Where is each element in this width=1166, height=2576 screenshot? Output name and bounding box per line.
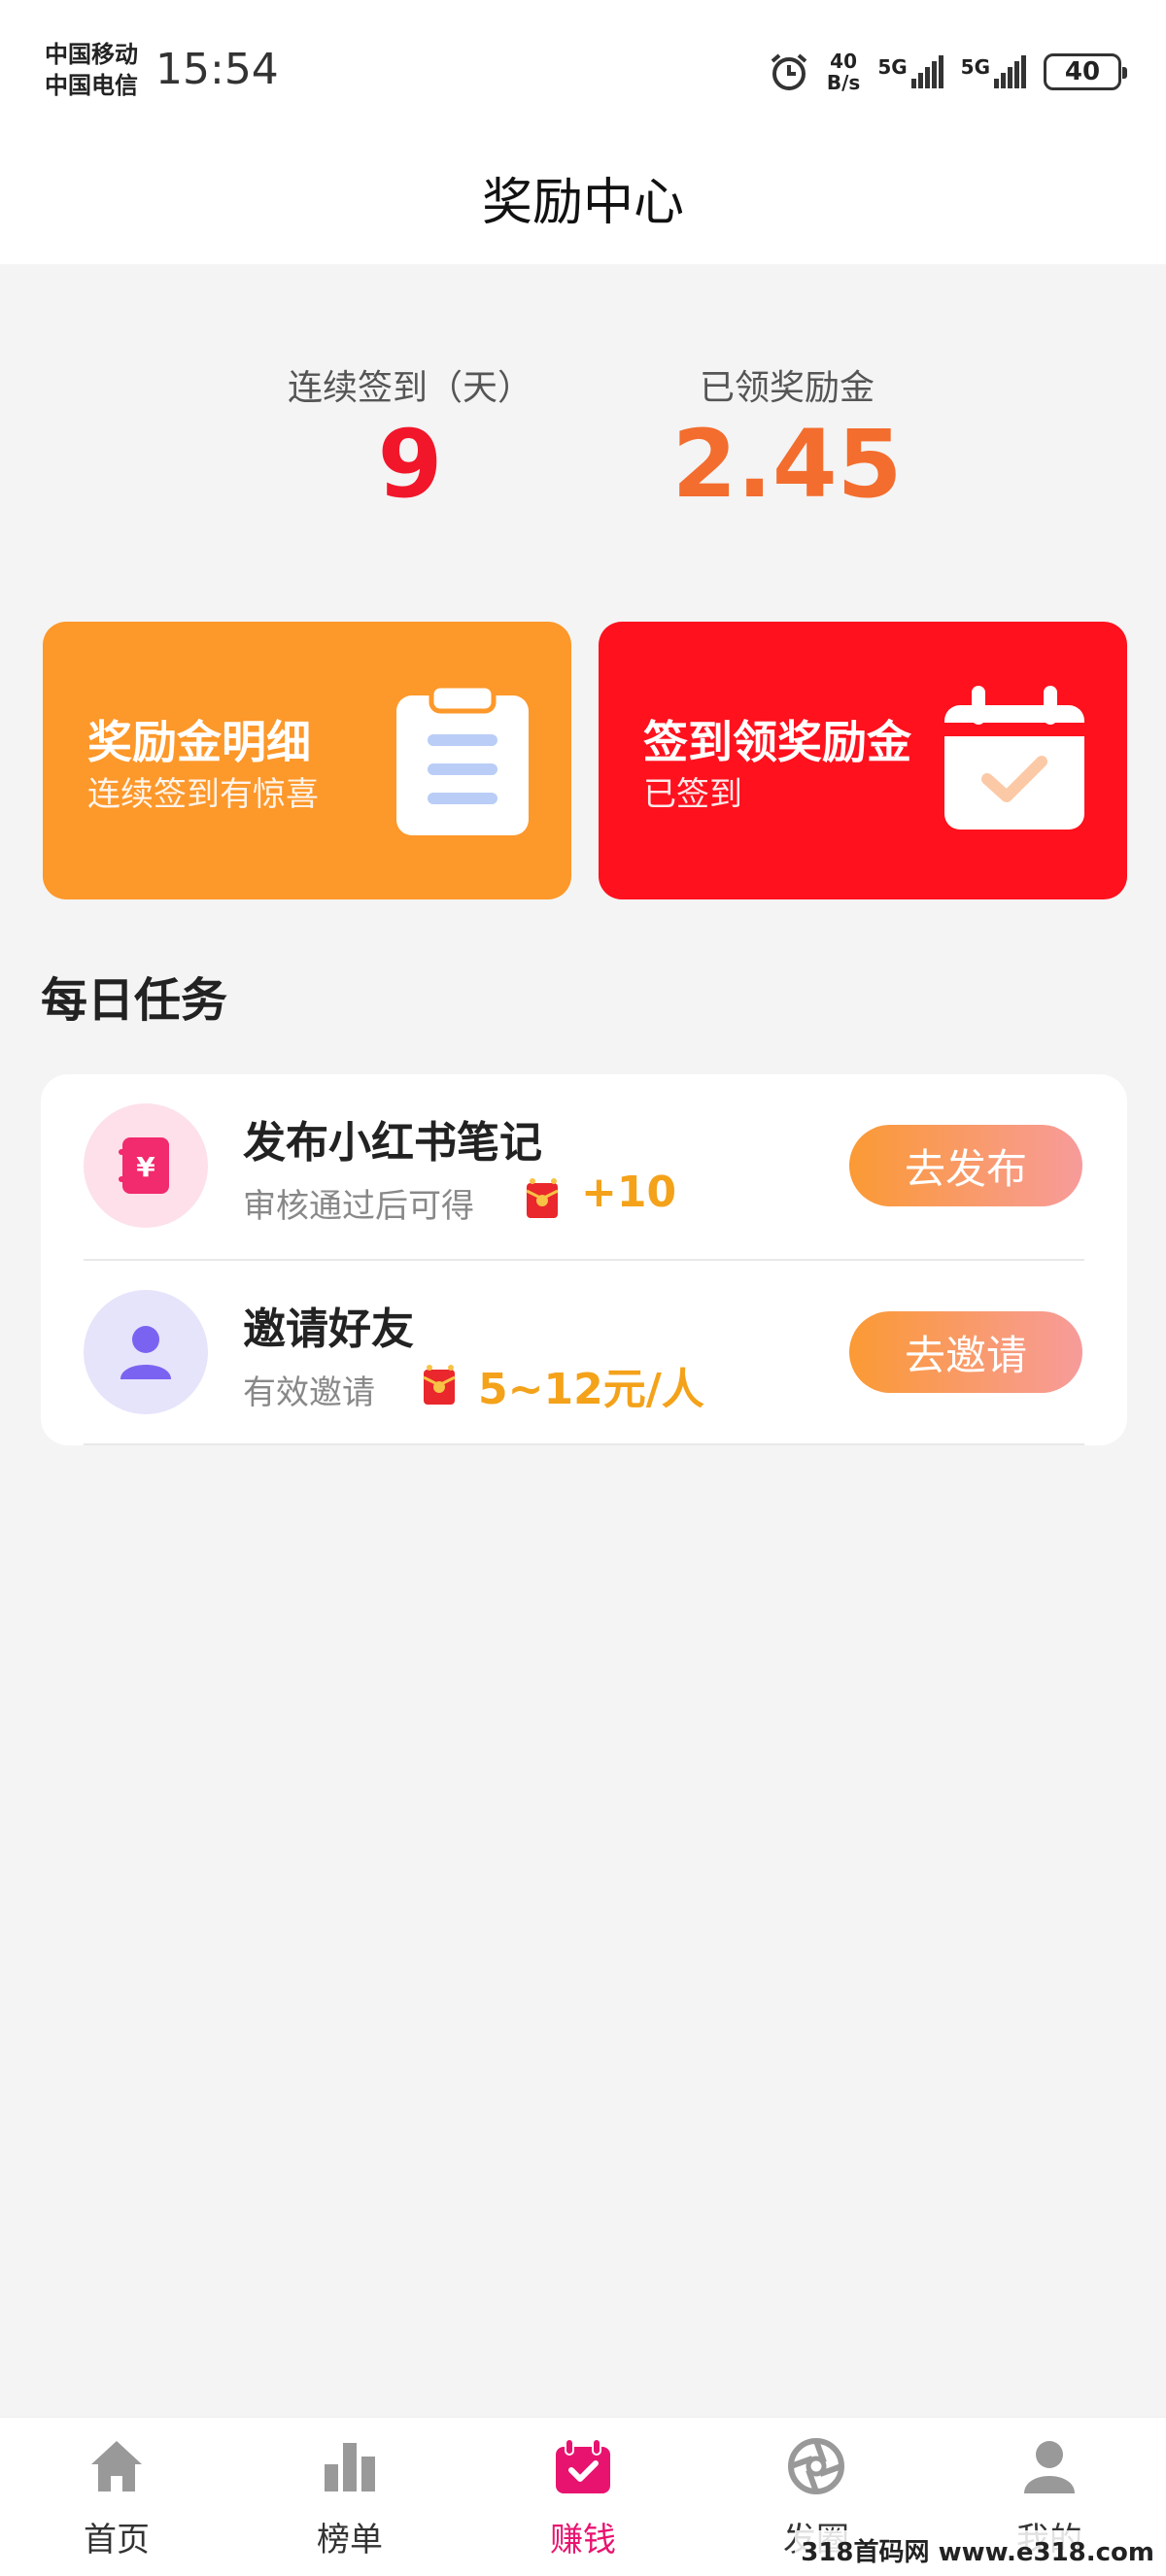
task-reward: +10 xyxy=(581,1168,677,1217)
profile-icon xyxy=(1024,2441,1075,2493)
daily-tasks-title: 每日任务 xyxy=(41,973,228,1028)
signal-icon: 5G xyxy=(877,55,943,88)
battery-icon: 40 xyxy=(1044,53,1127,90)
status-bar: 中国移动 中国电信 15:54 40 B/s 5G 5G 40 xyxy=(0,0,1166,136)
reward-stat: 已领奖励金 2.45 xyxy=(622,359,952,513)
nav-item-ranking[interactable]: 榜单 xyxy=(233,2418,466,2576)
calendar-check-icon xyxy=(944,686,1084,830)
checkin-reward-card[interactable]: 签到领奖励金 已签到 xyxy=(599,622,1127,899)
days-value: 9 xyxy=(377,410,443,519)
alarm-icon xyxy=(771,53,807,90)
red-packet-icon xyxy=(526,1178,559,1218)
divider xyxy=(84,1443,1084,1445)
card-subtitle: 已签到 xyxy=(643,775,742,814)
earn-icon xyxy=(556,2438,610,2493)
card-subtitle: 连续签到有惊喜 xyxy=(87,775,319,814)
nav-label: 赚钱 xyxy=(550,2521,616,2559)
post-note-button[interactable]: 去发布 xyxy=(849,1125,1082,1206)
note-icon: ¥ xyxy=(84,1103,208,1228)
svg-text:¥: ¥ xyxy=(136,1151,155,1183)
reward-value: 2.45 xyxy=(671,410,903,519)
red-packet-icon xyxy=(423,1365,456,1405)
app-header: 奖励中心 xyxy=(0,136,1166,264)
clipboard-icon xyxy=(396,686,529,835)
chart-icon xyxy=(325,2443,375,2491)
page-title: 奖励中心 xyxy=(481,174,684,232)
nav-label: 榜单 xyxy=(317,2521,383,2559)
consecutive-days-stat: 连续签到（天） 9 xyxy=(245,359,575,513)
nav-label: 首页 xyxy=(84,2521,150,2559)
list-item: 邀请好友 有效邀请 5~12元/人 去邀请 xyxy=(41,1261,1127,1445)
net-speed: 40 B/s xyxy=(826,50,861,94)
status-time: 15:54 xyxy=(155,45,279,94)
watermark: 318首码网 www.e318.com xyxy=(795,2530,1160,2570)
reward-label: 已领奖励金 xyxy=(699,368,874,408)
nav-item-home[interactable]: 首页 xyxy=(0,2418,233,2576)
status-icons: 40 B/s 5G 5G 40 xyxy=(769,50,1127,94)
days-label: 连续签到（天） xyxy=(287,368,532,408)
card-title: 签到领奖励金 xyxy=(643,716,911,768)
user-icon xyxy=(84,1290,208,1414)
list-item: ¥ 发布小红书笔记 审核通过后可得 +10 去发布 xyxy=(41,1074,1127,1259)
task-name: 邀请好友 xyxy=(243,1305,414,1354)
aperture-icon xyxy=(788,2438,844,2494)
carrier-1: 中国移动 xyxy=(45,41,138,68)
task-desc: 审核通过后可得 xyxy=(243,1187,474,1226)
home-icon xyxy=(91,2441,142,2491)
task-name: 发布小红书笔记 xyxy=(243,1118,542,1168)
carrier-info: 中国移动 中国电信 xyxy=(45,39,138,101)
carrier-2: 中国电信 xyxy=(45,72,138,99)
task-reward: 5~12元/人 xyxy=(478,1365,704,1414)
signal-icon: 5G xyxy=(961,55,1026,88)
nav-item-earn[interactable]: 赚钱 xyxy=(466,2418,700,2576)
task-desc: 有效邀请 xyxy=(243,1373,375,1412)
invite-friend-button[interactable]: 去邀请 xyxy=(849,1311,1082,1393)
reward-details-card[interactable]: 奖励金明细 连续签到有惊喜 xyxy=(43,622,571,899)
daily-tasks-list: ¥ 发布小红书笔记 审核通过后可得 +10 去发布 邀请好友 有效邀请 5~12… xyxy=(41,1074,1127,1445)
card-title: 奖励金明细 xyxy=(87,716,311,768)
